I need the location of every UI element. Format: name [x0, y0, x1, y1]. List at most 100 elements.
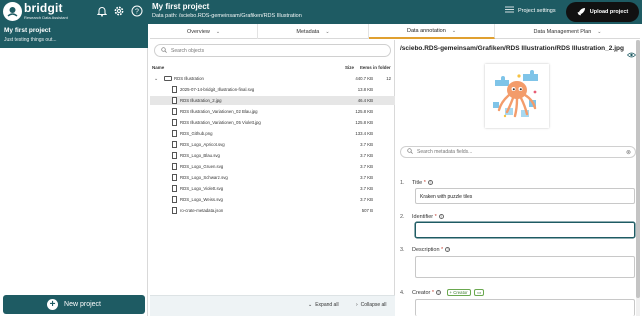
file-size: 3.7 KB: [360, 175, 373, 180]
eye-icon[interactable]: [626, 45, 637, 63]
help-icon[interactable]: ?: [438, 214, 444, 220]
scrollbar-thumb[interactable]: [636, 40, 640, 298]
tab-bar: Overview ⌄ Metadata ⌄ Data annotation ⌄ Dat…: [150, 24, 640, 39]
file-size: 3.7 KB: [360, 186, 373, 191]
help-icon[interactable]: ?: [130, 4, 144, 18]
field-description-label: 3. Description *?: [400, 247, 451, 253]
image-preview[interactable]: [485, 64, 549, 128]
svg-text:?: ?: [135, 9, 139, 16]
file-row-selected[interactable]: RDS Illustration_2.jpg 46.4 KB: [150, 96, 395, 105]
expand-all-button[interactable]: ⌄ Expand all: [308, 302, 339, 308]
file-row[interactable]: ro-crate-metadata.json 507 B: [150, 206, 395, 215]
file-row[interactable]: RDS_Logo_Gruen.svg 3.7 KB: [150, 162, 395, 171]
project-settings-button[interactable]: Project settings: [505, 6, 556, 15]
gear-icon[interactable]: [112, 4, 126, 18]
title-input[interactable]: Kraken with puzzle tiles: [415, 188, 635, 204]
add-creator-button[interactable]: + Creator: [446, 289, 471, 296]
file-row[interactable]: RDS_Github.png 133.4 KB: [150, 129, 395, 138]
creator-input[interactable]: [415, 299, 635, 316]
column-header-name[interactable]: Name: [152, 65, 164, 70]
chevron-right-icon: ›: [356, 302, 358, 308]
project-card[interactable]: My first project Just testing things out…: [0, 24, 148, 48]
file-browser: Search objects Name Size Items in folder…: [150, 40, 395, 316]
project-title: My first project: [152, 2, 210, 11]
folder-items: 12: [386, 76, 391, 81]
search-icon: [407, 148, 413, 156]
file-icon: [172, 174, 177, 181]
collapse-all-label: Collapse all: [360, 302, 387, 308]
settings-sliders-icon: [505, 6, 514, 15]
file-size: 3.7 KB: [360, 142, 373, 147]
bridgit-logo-icon[interactable]: [3, 2, 22, 21]
file-row[interactable]: RDS Illustration_Variationen_02 Blau.jpg…: [150, 107, 395, 116]
search-icon: [161, 46, 167, 55]
creator-options-icon[interactable]: ▭: [474, 289, 485, 296]
bell-icon[interactable]: [95, 4, 109, 18]
file-icon: [172, 196, 177, 203]
column-header-items[interactable]: Items in folder: [360, 65, 391, 70]
folder-row[interactable]: ⌄ RDS Illustration 440.7 KB 12: [150, 74, 395, 83]
folder-icon: [164, 76, 172, 81]
new-project-label: New project: [64, 301, 101, 308]
tab-overview-label: Overview: [186, 28, 210, 35]
file-name: RDS_Github.png: [180, 131, 213, 136]
project-card-description: Just testing things out...: [4, 37, 57, 43]
upload-project-button[interactable]: Upload project: [566, 2, 639, 22]
tab-data-management-plan[interactable]: Data Management Plan ⌄: [495, 24, 640, 39]
file-row[interactable]: RDS Illustration_Variationen_05 Violett.…: [150, 118, 395, 127]
help-icon[interactable]: ?: [445, 247, 451, 253]
help-icon[interactable]: ?: [436, 290, 442, 295]
search-metadata-input[interactable]: Search metadata fields... ⊗: [400, 146, 636, 158]
file-row[interactable]: 2025-07-14-bridgit_Illustration-final.sv…: [150, 85, 395, 94]
search-objects-input[interactable]: Search objects: [154, 44, 391, 57]
brand-name: bridgit: [24, 1, 63, 15]
column-header-size[interactable]: Size: [345, 65, 354, 70]
field-label: Identifier: [412, 214, 434, 220]
file-row[interactable]: RDS_Logo_Weiss.svg 3.7 KB: [150, 195, 395, 204]
field-title-label: 1. Title *?: [400, 180, 433, 186]
file-icon: [172, 185, 177, 192]
tab-dmp-label: Data Management Plan: [533, 28, 592, 35]
help-icon[interactable]: ?: [427, 180, 433, 186]
tab-metadata[interactable]: Metadata ⌄: [258, 24, 369, 39]
description-input[interactable]: [415, 256, 635, 278]
file-icon: [172, 152, 177, 159]
tab-overview[interactable]: Overview ⌄: [150, 24, 258, 39]
file-name: 2025-07-14-bridgit_Illustration-final.sv…: [180, 87, 255, 92]
file-row[interactable]: RDS_Logo_Violett.svg 3.7 KB: [150, 184, 395, 193]
field-number: 4.: [400, 289, 405, 296]
file-name: RDS Illustration_Variationen_02 Blau.jpg: [180, 109, 258, 114]
file-browser-footer: ⌄ Expand all › Collapse all: [150, 295, 395, 316]
clear-icon[interactable]: ⊗: [626, 149, 631, 156]
field-identifier-label: 2. Identifier *?: [400, 214, 444, 220]
file-row[interactable]: RDS_Logo_Blau.svg 3.7 KB: [150, 151, 395, 160]
file-size: 3.7 KB: [360, 153, 373, 158]
file-size: 125.8 KB: [355, 109, 373, 114]
file-size: 3.7 KB: [360, 164, 373, 169]
tab-data-annotation-label: Data annotation: [406, 27, 446, 34]
identifier-input[interactable]: [415, 222, 635, 238]
chevron-down-icon: ⌄: [451, 27, 457, 34]
tab-data-annotation[interactable]: Data annotation ⌄: [369, 24, 495, 39]
file-row[interactable]: RDS_Logo_Schwarz.svg 3.7 KB: [150, 173, 395, 182]
chevron-down-icon[interactable]: ⌄: [154, 76, 158, 82]
file-name: RDS_Logo_Blau.svg: [180, 153, 220, 158]
upload-project-label: Upload project: [589, 9, 629, 15]
file-name: RDS_Logo_Gruen.svg: [180, 164, 224, 169]
file-icon: [172, 108, 177, 115]
brand-subtitle: Research Data Assistant: [24, 15, 68, 20]
annotation-scrollbar[interactable]: [636, 40, 640, 316]
file-name: ro-crate-metadata.json: [180, 208, 224, 213]
expand-all-label: Expand all: [315, 302, 339, 308]
project-settings-label: Project settings: [518, 7, 556, 14]
kraken-illustration-icon: [485, 64, 549, 128]
field-number: 3.: [400, 247, 405, 253]
file-row[interactable]: RDS_Logo_Apricot.svg 3.7 KB: [150, 140, 395, 149]
top-bar: bridgit Research Data Assistant ? My fir…: [0, 0, 642, 24]
collapse-all-button[interactable]: › Collapse all: [356, 302, 387, 308]
search-metadata-placeholder: Search metadata fields...: [417, 149, 473, 155]
chevron-down-icon: ⌄: [597, 28, 602, 35]
chevron-down-icon: ⌄: [308, 302, 313, 308]
folder-size: 440.7 KB: [355, 76, 373, 81]
new-project-button[interactable]: + New project: [3, 295, 145, 314]
